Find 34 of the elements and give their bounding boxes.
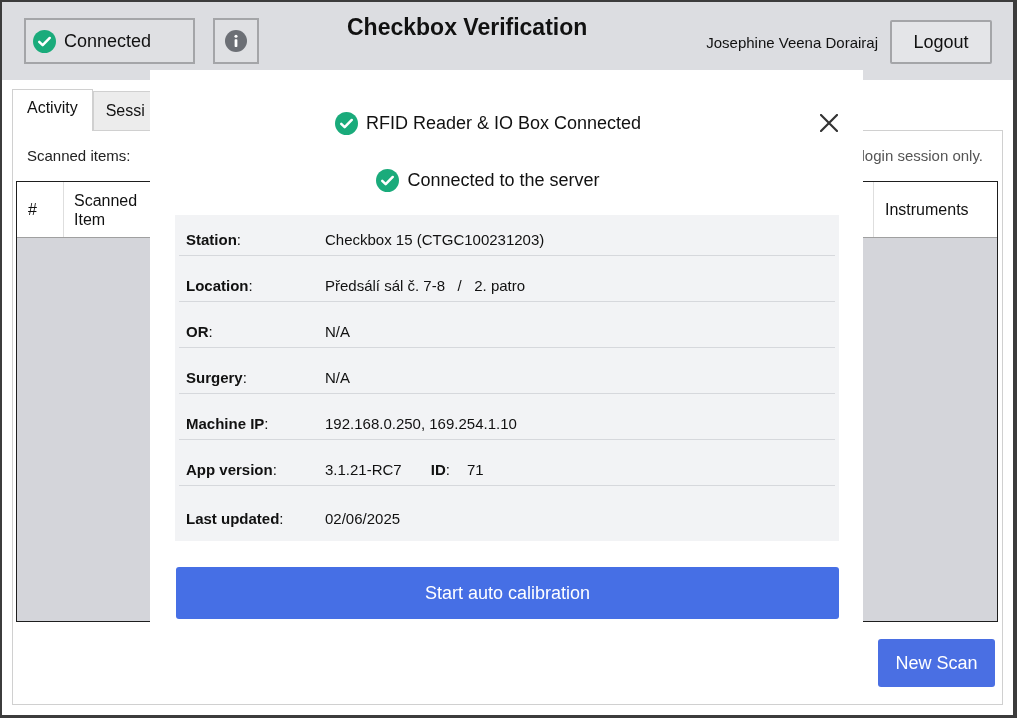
detail-value: 3.1.21-RC7 (325, 459, 402, 480)
detail-label: App version: (186, 459, 278, 480)
detail-value: 71 (466, 459, 484, 480)
detail-label: Last updated: (186, 509, 285, 529)
column-header: # (17, 182, 64, 237)
detail-label: ID: (430, 459, 450, 480)
detail-label: Surgery: (186, 367, 248, 388)
detail-label: Machine IP: (186, 413, 270, 434)
column-header: Instruments (873, 182, 997, 237)
app-title: Checkbox Verification (347, 13, 588, 41)
user-name: Josephine Veena Dorairaj (706, 33, 878, 53)
status-label: Connected to the server (407, 169, 600, 191)
info-button[interactable] (213, 18, 259, 64)
detail-value: Předsálí sál č. 7-8 / 2. patro (325, 275, 526, 296)
detail-value: 192.168.0.250, 169.254.1.10 (325, 413, 517, 434)
new-scan-button[interactable]: New Scan (878, 639, 995, 687)
detail-value: N/A (325, 367, 350, 388)
detail-value: 02/06/2025 (325, 509, 401, 529)
connection-label: Connected (64, 30, 152, 52)
info-icon (225, 30, 247, 52)
tab[interactable]: Activity (12, 89, 93, 131)
close-button[interactable] (819, 113, 839, 133)
detail-label: OR: (186, 321, 214, 342)
logout-button[interactable]: Logout (890, 20, 992, 64)
column-header: Scanned Item (73, 190, 139, 230)
detail-label: Location: (186, 275, 254, 296)
close-icon (820, 114, 838, 132)
status-label: RFID Reader & IO Box Connected (365, 112, 642, 134)
scanned-items-label: Scanned items: (27, 146, 131, 166)
detail-label: Station: (186, 229, 242, 250)
session-note: login session only. (861, 146, 983, 166)
detail-value: N/A (325, 321, 350, 342)
detail-value: Checkbox 15 (CTGC100231203) (325, 229, 545, 250)
start-calibration-button[interactable]: Start auto calibration (176, 567, 839, 619)
